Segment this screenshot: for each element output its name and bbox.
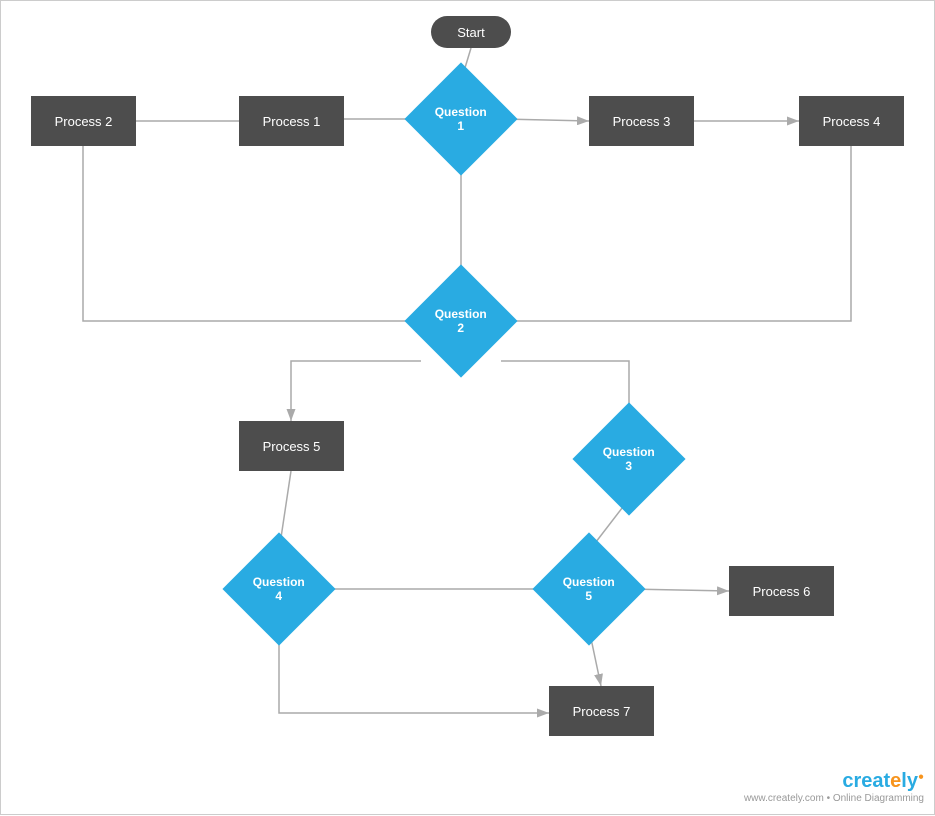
creately-footer: creately● www.creately.com • Online Diag…: [744, 770, 924, 804]
creately-dot: e: [890, 770, 901, 792]
question5-node: Question5: [532, 532, 645, 645]
question3-node: Question3: [572, 402, 685, 515]
process2-node: Process 2: [31, 96, 136, 146]
process4-node: Process 4: [799, 96, 904, 146]
start-node: Start: [431, 16, 511, 48]
question4-node: Question4: [222, 532, 335, 645]
process6-node: Process 6: [729, 566, 834, 616]
question2-node: Question2: [404, 264, 517, 377]
process1-node: Process 1: [239, 96, 344, 146]
process3-node: Process 3: [589, 96, 694, 146]
creately-tagline: www.creately.com • Online Diagramming: [744, 793, 924, 804]
diagram-container: Start Question1 Process 1 Process 2 Proc…: [0, 0, 935, 815]
process5-node: Process 5: [239, 421, 344, 471]
question1-node: Question1: [404, 62, 517, 175]
process7-node: Process 7: [549, 686, 654, 736]
creately-logo: creately●: [744, 770, 924, 793]
